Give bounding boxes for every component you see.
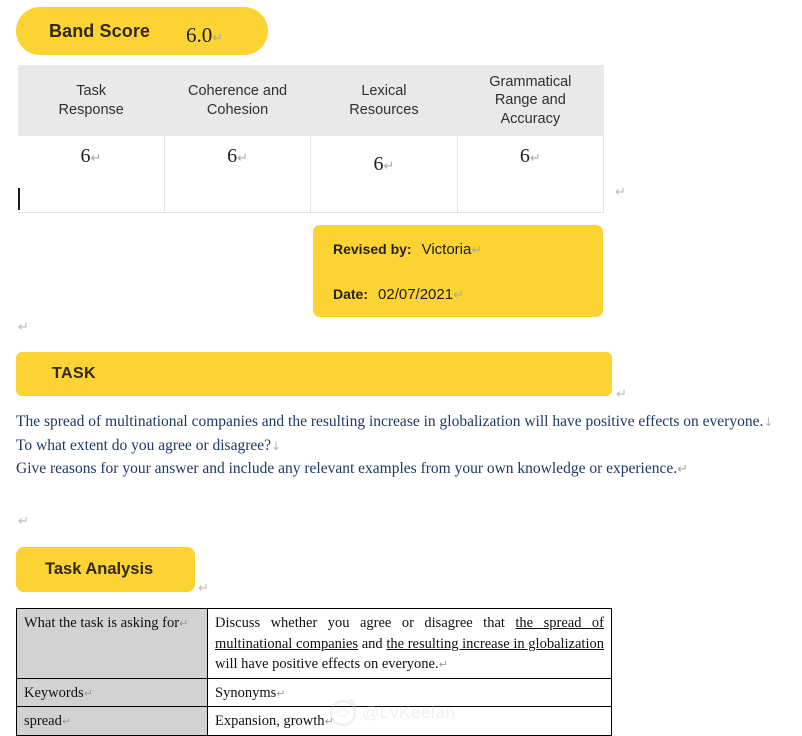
prompt-line-1: The spread of multinational companies an… — [16, 413, 774, 430]
analysis-value-spread-synonyms: Expansion, growth↵ — [207, 706, 612, 736]
task-analysis-pill: Task Analysis — [16, 547, 195, 592]
task-banner-label: TASK — [52, 365, 96, 382]
paragraph-mark-icon: ↵ — [212, 30, 224, 46]
paragraph-mark-icon: ↵ — [61, 715, 72, 729]
column-header-task-response: Task Response — [18, 65, 165, 136]
revised-by-value: Victoria↵ — [421, 241, 483, 258]
band-score-pill: Band Score 6.0↵ — [16, 7, 268, 55]
revised-date-value: 02/07/2021↵ — [378, 286, 464, 303]
revised-date-label: Date: — [333, 286, 369, 302]
score-cell-grammatical-range: 6↵ — [457, 136, 605, 213]
analysis-key-what-task-asks: What the task is asking for↵ — [16, 608, 208, 679]
analysis-key-spread: spread↵ — [16, 706, 208, 736]
paragraph-mark-icon-after-banner: ↵ — [616, 387, 627, 402]
score-cell-lexical-resources: 6↵ — [310, 136, 458, 213]
column-header-grammatical-range: Grammatical Range and Accuracy — [457, 65, 604, 136]
table-row: Keywords↵ Synonyms↵ — [16, 677, 612, 708]
task-analysis-label: Task Analysis — [45, 560, 154, 578]
paragraph-mark-icon: ↵ — [179, 617, 189, 630]
analysis-key-keywords: Keywords↵ — [16, 677, 208, 708]
prompt-line-3: Give reasons for your answer and include… — [16, 460, 689, 478]
paragraph-mark-icon: ↵ — [453, 288, 464, 303]
task-prompt-text: The spread of multinational companies an… — [16, 410, 786, 481]
score-cell-task-response: 6↵ — [18, 136, 165, 213]
table-header-row: Task Response Coherence and Cohesion Lex… — [18, 65, 604, 136]
task-analysis-table: What the task is asking for↵ Discuss whe… — [16, 608, 612, 736]
task-banner: TASK — [16, 352, 612, 396]
table-row: spread↵ Expansion, growth↵ — [16, 706, 612, 736]
revised-by-label: Revised by: — [333, 241, 412, 257]
criteria-score-table: Task Response Coherence and Cohesion Lex… — [18, 65, 605, 213]
paragraph-mark-icon-after-card: ↵ — [18, 320, 29, 335]
paragraph-mark-icon: ↵ — [237, 151, 249, 166]
analysis-value-synonyms: Synonyms↵ — [207, 677, 612, 708]
paragraph-mark-icon: ↵ — [529, 151, 541, 166]
paragraph-mark-icon: ↵ — [276, 686, 286, 700]
paragraph-mark-icon: ↵ — [383, 159, 395, 174]
revised-by-card: Revised by: Victoria↵ Date: 02/07/2021↵ — [313, 225, 603, 317]
paragraph-mark-icon: ↵ — [90, 151, 102, 166]
paragraph-mark-icon-after-prompt: ↵ — [18, 514, 29, 529]
paragraph-mark-icon: ↵ — [677, 462, 689, 478]
paragraph-mark-icon: ↵ — [438, 658, 448, 672]
band-score-value: 6.0↵ — [186, 22, 224, 47]
paragraph-mark-icon: ↵ — [471, 243, 483, 258]
analysis-value-what-task-asks: Discuss whether you agree or disagree th… — [207, 608, 612, 679]
underlined-phrase-2: the resulting increase in globalization — [386, 635, 604, 652]
revised-date-row: Date: 02/07/2021↵ — [333, 286, 464, 303]
paragraph-mark-icon: ↵ — [83, 686, 93, 700]
line-break-mark-icon: ↓ — [271, 438, 282, 453]
paragraph-mark-icon-after-pill: ↵ — [198, 581, 209, 596]
line-break-mark-icon: ↓ — [763, 415, 774, 429]
column-header-coherence-cohesion: Coherence and Cohesion — [164, 65, 311, 136]
score-cell-coherence-cohesion: 6↵ — [164, 136, 312, 213]
table-row: 6↵ 6↵ 6↵ 6↵ — [18, 136, 605, 213]
band-score-label: Band Score — [49, 20, 151, 41]
text-caret — [18, 188, 20, 210]
paragraph-mark-icon: ↵ — [324, 715, 334, 729]
prompt-line-2: To what extent do you agree or disagree?… — [16, 436, 282, 454]
table-row: What the task is asking for↵ Discuss whe… — [16, 608, 612, 679]
revised-by-row: Revised by: Victoria↵ — [333, 241, 482, 258]
paragraph-mark-icon-after-table: ↵ — [615, 185, 626, 200]
column-header-lexical-resources: Lexical Resources — [310, 65, 458, 136]
